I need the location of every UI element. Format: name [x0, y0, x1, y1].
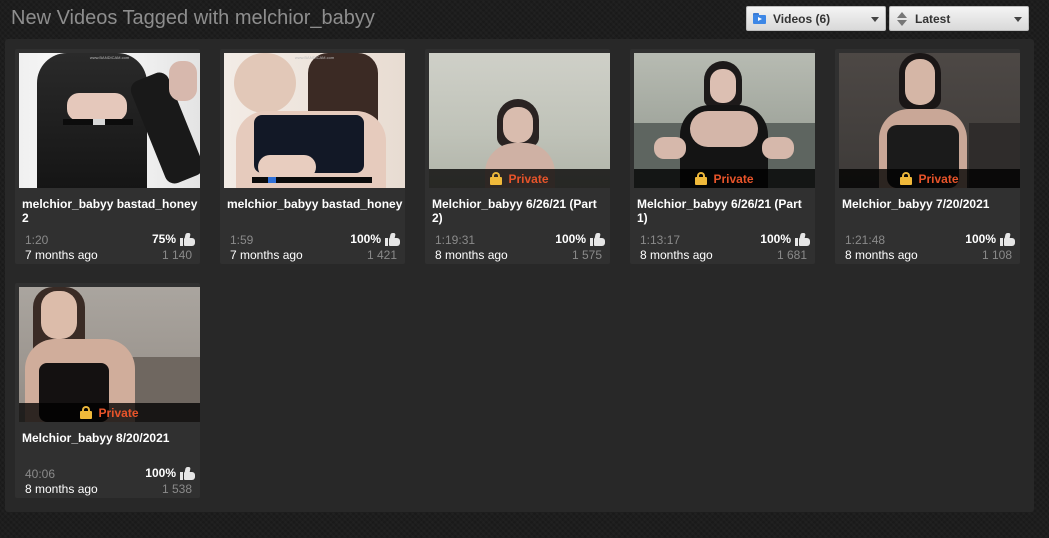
lock-icon [490, 172, 503, 185]
thumbs-up-icon [795, 232, 810, 246]
video-rating: 75% [152, 232, 195, 246]
video-thumbnail[interactable]: Private [19, 287, 200, 422]
thumbs-up-icon [1000, 232, 1015, 246]
page-title: New Videos Tagged with melchior_babyy [11, 7, 375, 29]
video-title[interactable]: melchior_babyy bastad_honey [227, 197, 405, 211]
video-title[interactable]: Melchior_babyy 6/26/21 (Part 1) [637, 197, 815, 225]
video-thumbnail[interactable]: Private [429, 53, 610, 188]
watermark: www.BANDICAM.com [294, 55, 335, 60]
sort-order-select[interactable]: Latest [889, 6, 1029, 31]
video-title[interactable]: Melchior_babyy 8/20/2021 [22, 431, 200, 445]
video-rating: 100% [760, 232, 810, 246]
thumbs-up-icon [180, 232, 195, 246]
private-badge: Private [429, 169, 610, 188]
video-card[interactable]: www.BANDICAM.com melchior_babyy bastad_h… [15, 49, 200, 264]
page-header: New Videos Tagged with melchior_babyy Vi… [0, 0, 1049, 38]
rating-value: 100% [760, 232, 791, 246]
video-views: 1 108 [981, 248, 1012, 262]
video-card[interactable]: Private Melchior_babyy 6/26/21 (Part 2) … [425, 49, 610, 264]
video-views: 1 575 [571, 248, 602, 262]
content-type-label: Videos (6) [773, 11, 831, 26]
rating-value: 100% [965, 232, 996, 246]
thumbs-up-icon [590, 232, 605, 246]
video-views: 1 140 [161, 248, 192, 262]
video-title[interactable]: Melchior_babyy 6/26/21 (Part 2) [432, 197, 610, 225]
video-age: 8 months ago [640, 248, 713, 262]
video-title[interactable]: melchior_babyy bastad_honey 2 [22, 197, 200, 225]
rating-value: 100% [555, 232, 586, 246]
video-title[interactable]: Melchior_babyy 7/20/2021 [842, 197, 1020, 211]
chevron-down-icon [871, 17, 879, 22]
rating-value: 100% [145, 466, 176, 480]
video-grid: www.BANDICAM.com melchior_babyy bastad_h… [5, 39, 1034, 512]
video-age: 8 months ago [25, 482, 98, 496]
video-rating: 100% [555, 232, 605, 246]
video-duration: 1:13:17 [640, 233, 681, 247]
video-thumbnail[interactable]: www.BANDICAM.com [224, 53, 405, 188]
video-card[interactable]: Private Melchior_babyy 8/20/2021 40:06 1… [15, 283, 200, 498]
folder-video-icon [753, 13, 766, 24]
video-views: 1 421 [366, 248, 397, 262]
lock-icon [695, 172, 708, 185]
video-age: 7 months ago [25, 248, 98, 262]
video-card[interactable]: Private Melchior_babyy 7/20/2021 1:21:48… [835, 49, 1020, 264]
video-thumbnail[interactable]: Private [839, 53, 1020, 188]
private-badge: Private [839, 169, 1020, 188]
thumbs-up-icon [385, 232, 400, 246]
video-age: 8 months ago [435, 248, 508, 262]
video-card[interactable]: Private Melchior_babyy 6/26/21 (Part 1) … [630, 49, 815, 264]
rating-value: 100% [350, 232, 381, 246]
video-duration: 1:19:31 [435, 233, 476, 247]
video-thumbnail[interactable]: Private [634, 53, 815, 188]
chevron-down-icon [1014, 17, 1022, 22]
sort-order-label: Latest [915, 11, 951, 26]
video-thumbnail[interactable]: www.BANDICAM.com [19, 53, 200, 188]
video-views: 1 681 [776, 248, 807, 262]
private-label: Private [98, 405, 139, 420]
lock-icon [900, 172, 913, 185]
private-badge: Private [634, 169, 815, 188]
video-rating: 100% [145, 466, 195, 480]
rating-value: 75% [151, 232, 176, 246]
private-label: Private [918, 171, 959, 186]
video-duration: 40:06 [25, 467, 56, 481]
video-rating: 100% [350, 232, 400, 246]
video-views: 1 538 [161, 482, 192, 496]
private-badge: Private [19, 403, 200, 422]
watermark: www.BANDICAM.com [89, 55, 130, 60]
sort-icon [896, 11, 908, 26]
private-label: Private [713, 171, 754, 186]
video-card[interactable]: www.BANDICAM.com melchior_babyy bastad_h… [220, 49, 405, 264]
video-duration: 1:20 [25, 233, 49, 247]
video-age: 7 months ago [230, 248, 303, 262]
video-rating: 100% [965, 232, 1015, 246]
private-label: Private [508, 171, 549, 186]
content-type-select[interactable]: Videos (6) [746, 6, 886, 31]
video-age: 8 months ago [845, 248, 918, 262]
lock-icon [80, 406, 93, 419]
thumbs-up-icon [180, 466, 195, 480]
video-duration: 1:59 [230, 233, 254, 247]
video-duration: 1:21:48 [845, 233, 886, 247]
